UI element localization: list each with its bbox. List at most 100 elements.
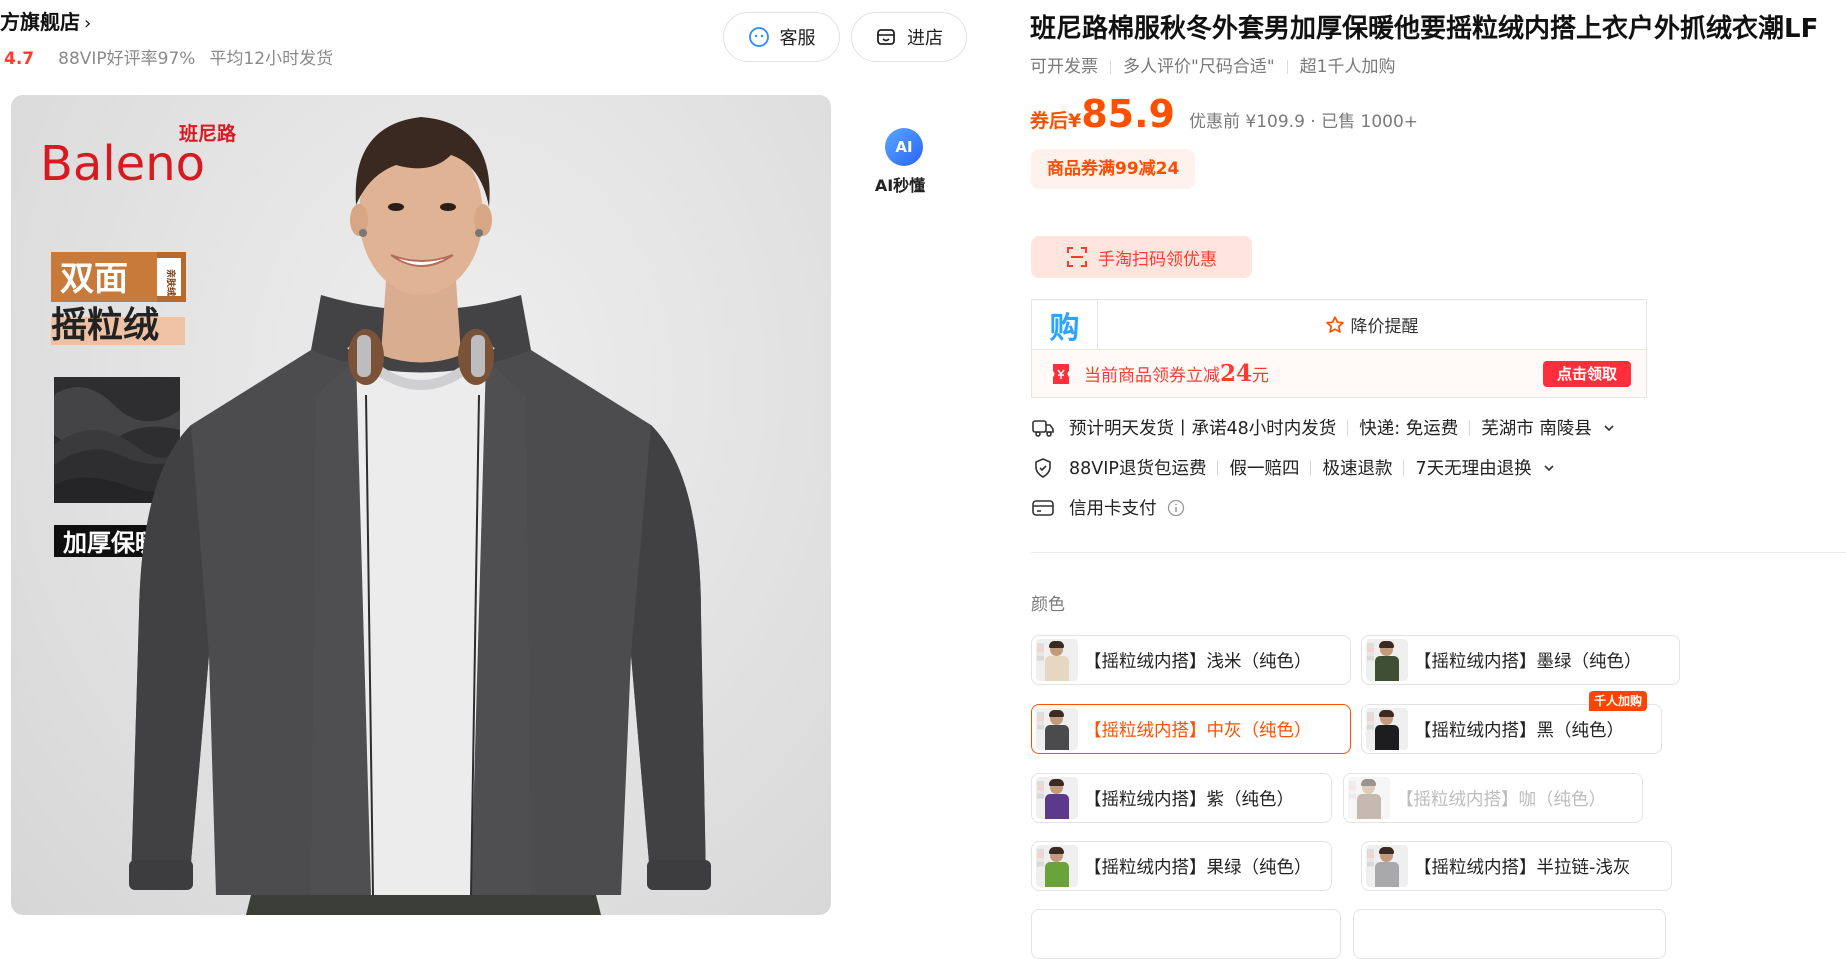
color-option[interactable]: 【摇粒绒内搭】墨绿（纯色）	[1361, 635, 1680, 685]
divider	[1217, 459, 1219, 476]
divider	[1286, 60, 1288, 74]
color-thumbnail	[1366, 639, 1408, 681]
price-drop-alert-button[interactable]: 降价提醒	[1097, 300, 1646, 349]
color-option-label: 【摇粒绒内搭】半拉链-浅灰	[1414, 857, 1631, 878]
coupon-text: 当前商品领券立减	[1084, 366, 1220, 386]
coupon-strip: 当前商品领券立减24元 点击领取	[1032, 350, 1646, 397]
price-value: 85.9	[1081, 92, 1175, 136]
deal-box: 购 降价提醒 当前商品领券立减24元 点击领取	[1031, 299, 1647, 398]
color-thumbnail	[1366, 845, 1408, 887]
return-shipping: 88VIP退货包运费	[1069, 459, 1207, 479]
product-title: 班尼路棉服秋冬外套男加厚保暖他要摇粒绒内搭上衣户外抓绒衣潮LF	[1030, 14, 1819, 44]
coupon-unit: 元	[1252, 366, 1270, 386]
scan-label: 手淘扫码领优惠	[1098, 249, 1217, 270]
fast-refund: 极速退款	[1322, 459, 1393, 479]
tag-size-fit: 多人评价"尺码合适"	[1123, 57, 1275, 77]
payment-method: 信用卡支付	[1069, 499, 1157, 519]
credit-card-icon	[1032, 499, 1054, 516]
ai-explain-button[interactable]: AI AI秒懂	[875, 128, 930, 196]
color-option-label: 【摇粒绒内搭】紫（纯色）	[1084, 789, 1294, 810]
price-row: 券后¥85.9 优惠前 ¥109.9 · 已售 1000+	[1030, 92, 1418, 136]
scan-coupon-button[interactable]: 手淘扫码领优惠	[1031, 236, 1252, 278]
claim-coupon-button[interactable]: 点击领取	[1542, 361, 1631, 387]
product-photo: 班尼路 Baleno 双面 亲肤绒 摇粒绒 加厚保暖	[40, 117, 711, 915]
enter-store-label: 进店	[907, 28, 943, 49]
ai-icon: AI	[885, 128, 923, 166]
badge-fleece: 摇粒绒	[51, 305, 159, 346]
color-option-label: 【摇粒绒内搭】墨绿（纯色）	[1414, 651, 1642, 672]
divider	[1403, 459, 1405, 476]
ship-fee: 快递: 免运费	[1359, 419, 1459, 439]
returns-row[interactable]: 88VIP退货包运费 假一赔四 极速退款 7天无理由退换	[1031, 455, 1556, 480]
fake-compensation: 假一赔四	[1229, 459, 1300, 479]
color-option[interactable]: 【摇粒绒内搭】果绿（纯色）	[1031, 841, 1332, 891]
color-option-label: 【摇粒绒内搭】果绿（纯色）	[1084, 857, 1312, 878]
color-option[interactable]: 【摇粒绒内搭】黑（纯色） 千人加购	[1361, 691, 1662, 754]
divider	[1469, 419, 1471, 436]
color-option-label: 【摇粒绒内搭】浅米（纯色）	[1084, 651, 1312, 672]
badge-side-text: 亲肤绒	[165, 269, 177, 296]
seven-day-return: 7天无理由退换	[1415, 459, 1532, 479]
color-section-label: 颜色	[1031, 595, 1065, 615]
divider	[1310, 459, 1312, 476]
store-name-link[interactable]: 方旗舰店 ›	[0, 6, 91, 35]
color-option-partial[interactable]	[1031, 909, 1341, 959]
color-option-label: 【摇粒绒内搭】黑（纯色）	[1414, 720, 1624, 741]
store-stats: 4.7 88VIP好评率97% 平均12小时发货	[4, 44, 333, 69]
ticket-icon	[1053, 363, 1069, 384]
product-main-image[interactable]: 班尼路 Baleno 双面 亲肤绒 摇粒绒 加厚保暖	[11, 95, 831, 915]
shield-hand-icon	[1035, 457, 1051, 478]
color-option-label: 【摇粒绒内搭】咖（纯色）	[1396, 789, 1606, 810]
customer-service-button[interactable]: 客服	[723, 12, 840, 62]
tag-invoice: 可开发票	[1030, 57, 1098, 77]
ship-time: 平均12小时发货	[209, 49, 334, 69]
ship-location: 芜湖市 南陵县	[1481, 419, 1592, 439]
color-thumbnail	[1036, 639, 1078, 681]
divider	[1031, 552, 1846, 553]
store-rating: 4.7	[4, 49, 35, 69]
coupon-amount: 24	[1220, 360, 1253, 387]
enter-store-button[interactable]: 进店	[851, 12, 967, 62]
ship-estimate: 预计明天发货	[1069, 419, 1174, 439]
payment-row: 信用卡支付	[1031, 495, 1185, 520]
price-drop-alert-label: 降价提醒	[1350, 317, 1419, 337]
color-option-label: 【摇粒绒内搭】中灰（纯色）	[1084, 720, 1312, 741]
chevron-down-icon	[1604, 424, 1614, 431]
color-thumbnail	[1366, 708, 1408, 750]
color-thumbnail	[1036, 777, 1078, 819]
badge-double-sided: 双面	[60, 259, 128, 299]
hot-badge: 千人加购	[1588, 691, 1647, 711]
color-option[interactable]: 【摇粒绒内搭】紫（纯色）	[1031, 773, 1332, 823]
color-thumbnail	[1036, 708, 1078, 750]
info-icon[interactable]	[1167, 499, 1185, 517]
color-option[interactable]: 【摇粒绒内搭】半拉链-浅灰	[1361, 841, 1672, 891]
chevron-right-icon: ›	[84, 13, 92, 34]
ship-promise: 承诺48小时内发货	[1191, 419, 1337, 439]
color-option-selected[interactable]: 【摇粒绒内搭】中灰（纯色）	[1031, 704, 1351, 754]
product-tags: 可开发票 多人评价"尺码合适" 超1千人加购	[1030, 52, 1395, 77]
star-icon	[1325, 315, 1344, 333]
vip-rate: 88VIP好评率97%	[58, 49, 196, 69]
ai-label: AI秒懂	[874, 176, 926, 195]
tao-buy-logo: 购	[1032, 300, 1098, 349]
scan-icon	[1067, 247, 1087, 267]
color-thumbnail	[1036, 845, 1078, 887]
original-price: 优惠前 ¥109.9 · 已售 1000+	[1189, 112, 1419, 132]
store-name: 方旗舰店	[0, 10, 80, 34]
shipping-row[interactable]: 预计明天发货丨承诺48小时内发货 快递: 免运费 芜湖市 南陵县	[1031, 415, 1616, 440]
tag-cart-count: 超1千人加购	[1299, 57, 1396, 77]
color-thumbnail	[1348, 777, 1390, 819]
color-option-disabled[interactable]: 【摇粒绒内搭】咖（纯色）	[1343, 773, 1643, 823]
truck-icon	[1032, 419, 1054, 437]
price-prefix: 券后¥	[1030, 110, 1082, 132]
divider	[1347, 419, 1349, 436]
divider	[1110, 60, 1111, 74]
brand-en-text: Baleno	[40, 136, 205, 192]
color-option[interactable]: 【摇粒绒内搭】浅米（纯色）	[1031, 635, 1351, 685]
ship-separator: 丨	[1174, 419, 1192, 439]
coupon-tag[interactable]: 商品券满99减24	[1031, 149, 1196, 189]
store-icon	[877, 29, 895, 45]
chat-icon	[748, 27, 769, 47]
customer-service-label: 客服	[779, 28, 816, 49]
color-option-partial[interactable]	[1353, 909, 1666, 959]
